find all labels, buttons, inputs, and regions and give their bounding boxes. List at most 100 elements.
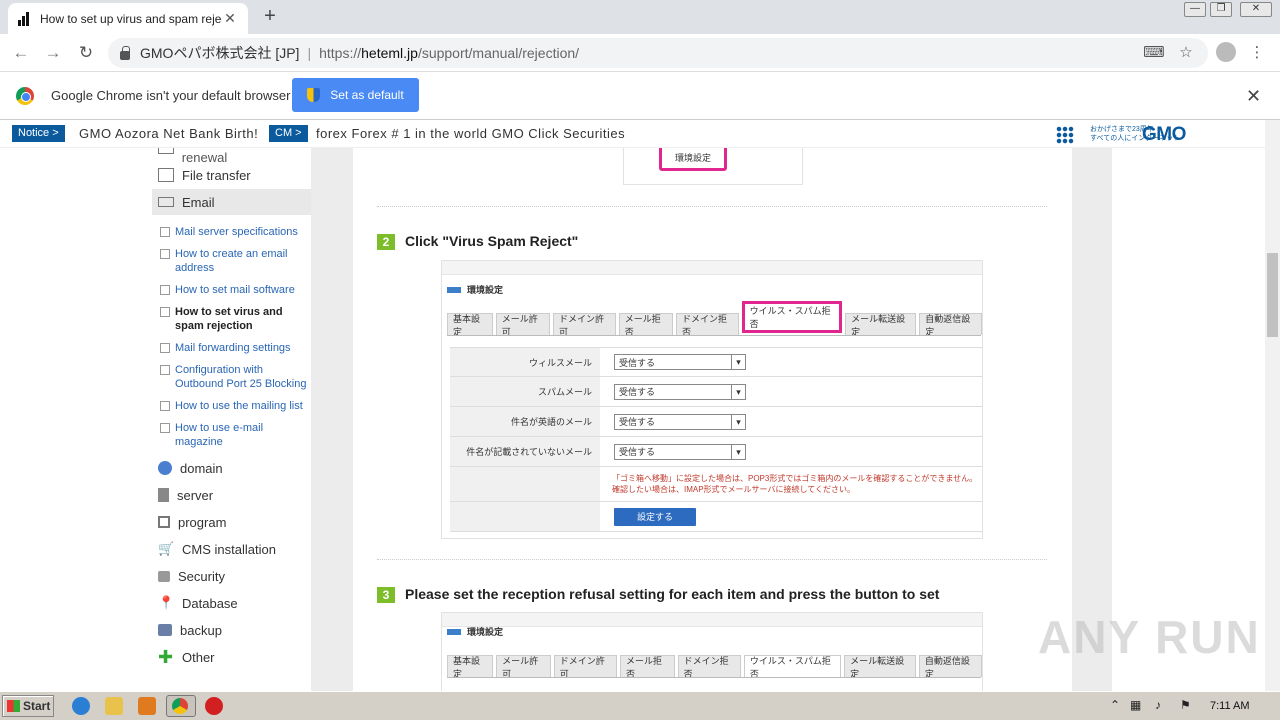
chrome-logo-icon	[16, 87, 34, 105]
tab-underline	[447, 677, 981, 678]
setting-select: 受信する	[614, 443, 746, 460]
restore-button[interactable]: ❐	[1210, 2, 1232, 17]
new-tab-button[interactable]: +	[260, 6, 280, 26]
scrollbar-thumb[interactable]	[1267, 253, 1278, 337]
step3-screenshot: 環境設定 基本設定 メール許可 ドメイン許可 メール拒否 ドメイン拒否 ウイルス…	[441, 612, 983, 691]
site-org: GMOペパボ株式会社 [JP]	[140, 45, 300, 61]
gmo-grid-icon	[1056, 126, 1074, 144]
shield-icon	[307, 88, 321, 102]
main-content: 環境設定 2 Click "Virus Spam Reject" 環境設定 基本…	[353, 148, 1072, 691]
notice-text-2[interactable]: forex Forex # 1 in the world GMO Click S…	[316, 126, 625, 141]
media-player-icon[interactable]	[138, 697, 156, 715]
network-icon[interactable]: ▦	[1130, 698, 1141, 712]
tray-expand-icon[interactable]: ⌃	[1110, 698, 1120, 712]
sidebar-item-file-transfer[interactable]: File transfer	[152, 162, 311, 188]
translate-icon[interactable]: ⌨	[1143, 42, 1165, 64]
shot-tab: メール拒否	[618, 313, 673, 337]
tab-underline	[447, 335, 981, 336]
vertical-scrollbar[interactable]	[1265, 120, 1280, 691]
setting-label: 件名が記載されていないメール	[450, 437, 600, 466]
shot-tab: メール許可	[496, 655, 551, 679]
set-as-default-button[interactable]: Set as default	[292, 78, 419, 112]
sidebar-item-email[interactable]: Email	[152, 189, 311, 215]
sidebar-sub-port25[interactable]: Configuration with Outbound Port 25 Bloc…	[160, 363, 308, 391]
back-button[interactable]: ←	[10, 42, 32, 64]
warning-line2: 確認したい場合は、IMAP形式でメールサーバに接続してください。	[612, 485, 855, 494]
step2-number: 2	[377, 234, 395, 250]
sidebar-item-database[interactable]: 📍 Database	[152, 590, 311, 616]
forward-button[interactable]: →	[42, 42, 64, 64]
sidebar-item-server[interactable]: server	[152, 482, 311, 508]
shot-tab: メール拒否	[619, 655, 675, 679]
sidebar-sub-mail-server-specs[interactable]: Mail server specifications	[160, 225, 308, 239]
gmo-logo[interactable]: GMO	[1142, 124, 1186, 146]
tab-strip: How to set up virus and spam reject ✕ + …	[0, 0, 1280, 34]
sidebar-item-program[interactable]: program	[152, 509, 311, 535]
shot-tab-active: ウイルス・スパム拒否	[743, 655, 842, 679]
bookmark-star-icon[interactable]: ☆	[1175, 42, 1197, 64]
url-scheme: https://	[319, 45, 362, 61]
notice-bar: Notice > GMO Aozora Net Bank Birth! CM >…	[0, 120, 1280, 148]
url-separator: |	[307, 45, 312, 61]
shot-tab: ドメイン拒否	[675, 313, 739, 337]
menu-kebab-icon[interactable]: ⋮	[1246, 42, 1268, 64]
sidebar-item-security[interactable]: Security	[152, 563, 311, 589]
close-window-button[interactable]: ✕	[1240, 2, 1272, 17]
shot-title-text: 環境設定	[467, 627, 504, 637]
email-icon	[158, 197, 174, 207]
shot-submit-button: 設定する	[614, 507, 696, 526]
setting-row: スパムメール 受信する	[450, 377, 982, 407]
sidebar-item-domain[interactable]: domain	[152, 455, 311, 481]
sidebar-item-new-contract[interactable]: New contract / renewal	[152, 148, 311, 165]
sidebar-sub-virus-spam[interactable]: How to set virus and spam rejection	[160, 305, 308, 333]
sidebar-sub-mailing-list[interactable]: How to use the mailing list	[160, 399, 308, 413]
sidebar-item-backup[interactable]: backup	[152, 617, 311, 643]
divider	[377, 206, 1047, 207]
shot-tab: メール転送設定	[845, 313, 917, 337]
address-bar[interactable]: GMOペパボ株式会社 [JP] | https://heteml.jp/supp…	[108, 38, 1208, 68]
sidebar-item-label: Email	[182, 194, 215, 210]
lock-icon	[120, 45, 130, 60]
warning-row: 「ゴミ箱へ移動」に設定した場合は、POP3形式ではゴミ箱内のメールを確認すること…	[450, 467, 982, 502]
security-alert-icon[interactable]	[205, 697, 223, 715]
profile-avatar[interactable]	[1216, 42, 1236, 62]
url-host: heteml.jp	[361, 45, 418, 61]
reload-button[interactable]: ↻	[75, 42, 97, 64]
submit-row: 設定する	[450, 502, 982, 532]
sidebar-sub-create-email[interactable]: How to create an email address	[160, 247, 308, 275]
sidebar-sub-mail-forwarding[interactable]: Mail forwarding settings	[160, 341, 308, 355]
chrome-icon	[172, 698, 188, 714]
sidebar-item-cms[interactable]: 🛒 CMS installation	[152, 536, 311, 562]
cm-tag[interactable]: CM >	[269, 125, 308, 142]
sidebar-item-other[interactable]: ✚ Other	[152, 644, 311, 670]
start-button[interactable]: Start	[2, 695, 54, 717]
setting-row: ウィルスメール 受信する	[450, 347, 982, 377]
browser-toolbar: ← → ↻ GMOペパボ株式会社 [JP] | https://heteml.j…	[0, 34, 1280, 72]
divider	[377, 559, 1047, 560]
windows-logo-icon	[7, 700, 20, 712]
globe-icon	[158, 461, 172, 475]
explorer-folder-icon[interactable]	[105, 697, 123, 715]
notice-text-1[interactable]: GMO Aozora Net Bank Birth!	[79, 126, 258, 141]
shot-tab-virus-spam-highlight: ウイルス・スパム拒否	[741, 301, 843, 333]
browser-tab[interactable]: How to set up virus and spam reject ✕	[8, 3, 248, 34]
infobar-close-icon[interactable]: ✕	[1246, 86, 1261, 107]
setting-select: 受信する	[614, 354, 746, 370]
step3-title: Please set the reception refusal setting…	[405, 586, 940, 602]
content-gutter-left	[311, 148, 353, 691]
close-tab-icon[interactable]: ✕	[222, 10, 238, 27]
sidebar-item-label: Database	[182, 595, 238, 611]
volume-icon[interactable]: ♪	[1155, 698, 1161, 712]
minimize-button[interactable]: —	[1184, 2, 1206, 17]
setting-select: 受信する	[614, 413, 746, 430]
url-path: /support/manual/rejection/	[417, 45, 580, 61]
sidebar-item-label: domain	[180, 460, 223, 476]
sidebar-sub-email-magazine[interactable]: How to use e-mail magazine	[160, 421, 308, 449]
sidebar-sub-mail-software[interactable]: How to set mail software	[160, 283, 308, 297]
flag-icon[interactable]: ⚑	[1180, 698, 1191, 712]
ie-icon[interactable]	[72, 697, 90, 715]
notice-tag[interactable]: Notice >	[12, 125, 65, 142]
setting-select: 受信する	[614, 383, 746, 400]
shot-tab: ドメイン許可	[553, 655, 617, 679]
shot-tab: 自動返信設定	[918, 655, 983, 679]
